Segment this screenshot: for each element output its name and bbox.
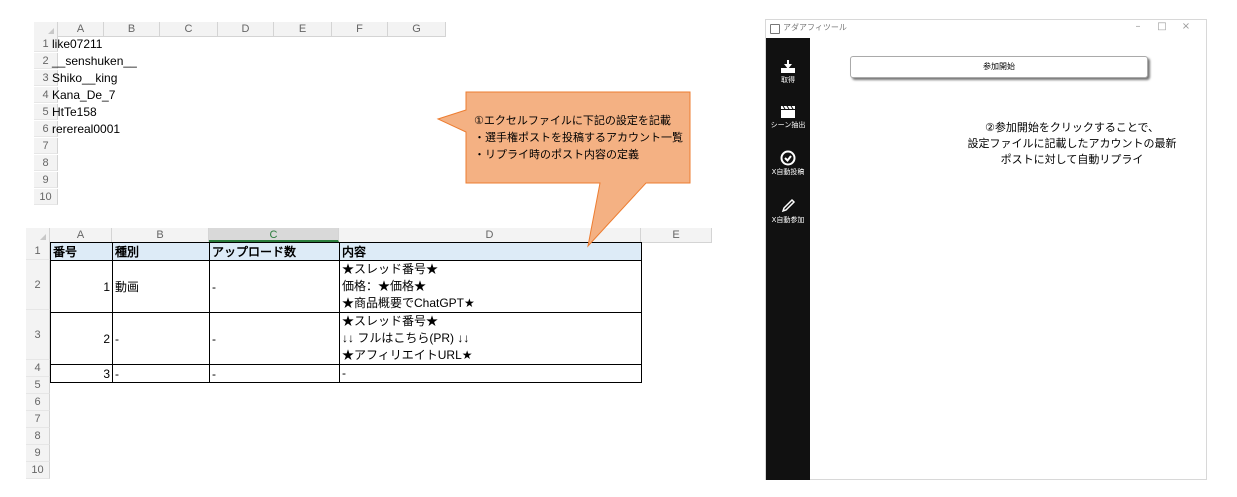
sidebar-item-label: X自動投稿 (771, 168, 805, 176)
callout-line: ・リプライ時のポスト内容の定義 (474, 148, 639, 161)
download-icon (781, 60, 795, 73)
app-icon (770, 24, 780, 34)
sidebar: 取得 シーン抽出 X自動投稿 X自動参加 (766, 38, 810, 480)
close-icon[interactable]: × (1178, 21, 1194, 32)
window-title: アダアフィツール (783, 23, 847, 32)
sidebar-item-scene-extract[interactable]: シーン抽出 (766, 105, 810, 130)
sidebar-item-fetch[interactable]: 取得 (766, 60, 810, 85)
sidebar-item-label: 取得 (781, 76, 795, 84)
pencil-icon (781, 198, 796, 213)
minimize-icon[interactable]: – (1130, 21, 1146, 32)
callout-line: ②参加開始をクリックすることで、 (984, 121, 1160, 134)
start-participation-button[interactable]: 参加開始 (850, 56, 1148, 78)
maximize-icon[interactable]: □ (1154, 21, 1170, 32)
callout-line: ①エクセルファイルに下記の設定を記載 (474, 114, 671, 127)
callout-1-text: ①エクセルファイルに下記の設定を記載 ・選手権ポストを投稿するアカウント一覧 ・… (474, 112, 683, 163)
sidebar-item-auto-post[interactable]: X自動投稿 (766, 150, 810, 177)
title-bar[interactable]: アダアフィツール – □ × (766, 20, 1206, 38)
clapperboard-icon (781, 105, 795, 118)
callout-line: ポストに対して自動リプライ (1000, 153, 1144, 166)
sidebar-item-label: X自動参加 (771, 216, 805, 224)
sidebar-item-auto-join[interactable]: X自動参加 (766, 198, 810, 225)
check-circle-icon (780, 150, 796, 166)
sidebar-item-label: シーン抽出 (770, 121, 806, 129)
callout-line: 設定ファイルに記載したアカウントの最新 (967, 137, 1177, 150)
app-window: アダアフィツール – □ × 取得 シーン抽出 X自動投稿 X自動参加 参加開始 (765, 19, 1207, 480)
callout-line: ・選手権ポストを投稿するアカウント一覧 (474, 131, 683, 144)
callout-2-text: ②参加開始をクリックすることで、 設定ファイルに記載したアカウントの最新 ポスト… (962, 120, 1182, 168)
